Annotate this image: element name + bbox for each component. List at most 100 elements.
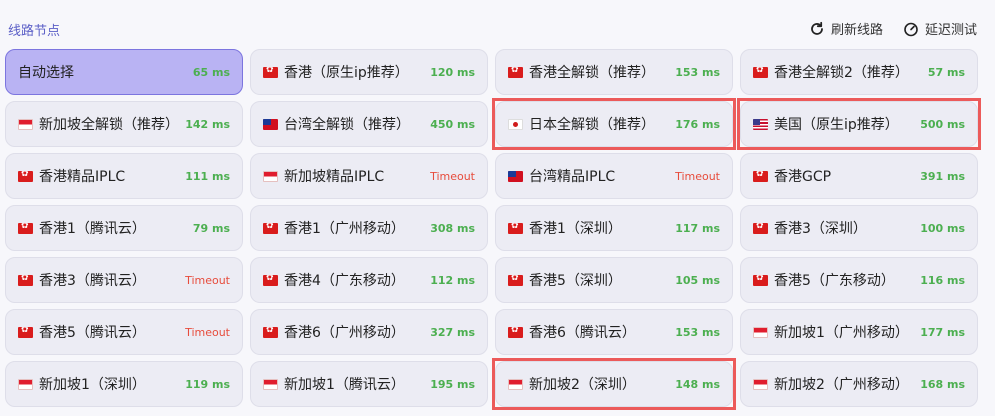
hong-kong-flag-icon [508,326,523,338]
node-delay: 65 ms [192,65,230,79]
node-card[interactable]: 香港3（深圳） 100 ms [740,205,978,251]
node-delay: 57 ms [927,65,965,79]
node-name: 香港GCP [774,169,832,185]
node-card[interactable]: 新加坡精品IPLC Timeout [250,153,488,199]
speedometer-icon [904,22,918,36]
singapore-flag-icon [753,378,768,390]
node-name: 香港6（广州移动） [284,325,405,341]
node-card[interactable]: 新加坡1（广州移动） 177 ms [740,309,978,355]
singapore-flag-icon [753,326,768,338]
node-delay: 119 ms [185,377,230,391]
node-delay: 308 ms [430,221,475,235]
delay-test-button[interactable]: 延迟测试 [903,19,977,38]
node-name: 美国（原生ip推荐） [774,117,899,133]
page-title: 线路节点 [8,24,61,39]
hong-kong-flag-icon [18,170,33,182]
hong-kong-flag-icon [508,66,523,78]
node-name: 香港精品IPLC [39,169,126,185]
node-card[interactable]: 香港1（腾讯云） 79 ms [5,205,243,251]
node-delay: 105 ms [675,273,720,287]
node-card[interactable]: 香港全解锁2（推荐） 57 ms [740,49,978,95]
node-card[interactable]: 香港5（深圳） 105 ms [495,257,733,303]
node-delay: 148 ms [675,377,720,391]
node-name: 香港3（腾讯云） [39,273,146,289]
node-delay: 177 ms [920,325,965,339]
node-card[interactable]: 自动选择 65 ms [5,49,243,95]
node-grid: 自动选择 65 ms 香港（原生ip推荐） 120 ms 香港全解锁（推荐） 153 ms… [5,49,978,407]
hong-kong-flag-icon [18,326,33,338]
node-card[interactable]: 香港1（广州移动） 308 ms [250,205,488,251]
node-name: 香港5（腾讯云） [39,325,146,341]
node-card[interactable]: 香港精品IPLC 111 ms [5,153,243,199]
node-card[interactable]: 香港（原生ip推荐） 120 ms [250,49,488,95]
node-card[interactable]: 日本全解锁（推荐） 176 ms [495,101,733,147]
node-delay: 116 ms [920,273,965,287]
singapore-flag-icon [508,378,523,390]
node-delay: 153 ms [675,325,720,339]
node-name: 日本全解锁（推荐） [529,117,655,133]
node-delay: 120 ms [430,65,475,79]
singapore-flag-icon [263,378,278,390]
node-card[interactable]: 台湾全解锁（推荐） 450 ms [250,101,488,147]
hong-kong-flag-icon [18,222,33,234]
node-delay: Timeout [185,273,230,287]
node-card[interactable]: 香港6（腾讯云） 153 ms [495,309,733,355]
refresh-label: 刷新线路 [831,23,884,38]
hong-kong-flag-icon [753,170,768,182]
node-name: 新加坡精品IPLC [284,169,385,185]
node-card[interactable]: 香港全解锁（推荐） 153 ms [495,49,733,95]
node-name: 新加坡1（深圳） [39,377,146,393]
node-card[interactable]: 新加坡1（深圳） 119 ms [5,361,243,407]
node-name: 台湾全解锁（推荐） [284,117,410,133]
node-card[interactable]: 香港5（广东移动） 116 ms [740,257,978,303]
node-name: 香港全解锁2（推荐） [774,65,909,81]
node-name: 新加坡1（腾讯云） [284,377,405,393]
node-name: 香港5（广东移动） [774,273,895,289]
usa-flag-icon [753,118,768,130]
node-card[interactable]: 新加坡全解锁（推荐） 142 ms [5,101,243,147]
node-name: 香港6（腾讯云） [529,325,636,341]
node-card[interactable]: 香港1（深圳） 117 ms [495,205,733,251]
node-delay: 168 ms [920,377,965,391]
node-card[interactable]: 新加坡1（腾讯云） 195 ms [250,361,488,407]
node-card[interactable]: 台湾精品IPLC Timeout [495,153,733,199]
singapore-flag-icon [18,378,33,390]
node-delay: 391 ms [920,169,965,183]
header: 线路节点 刷新线路 延迟测试 [0,0,995,52]
node-delay: Timeout [675,169,720,183]
node-delay: 112 ms [430,273,475,287]
hong-kong-flag-icon [263,326,278,338]
node-card[interactable]: 香港6（广州移动） 327 ms [250,309,488,355]
node-delay: 79 ms [192,221,230,235]
node-name: 香港1（腾讯云） [39,221,146,237]
node-delay: 176 ms [675,117,720,131]
node-card[interactable]: 新加坡2（深圳） 148 ms [495,361,733,407]
node-card[interactable]: 美国（原生ip推荐） 500 ms [740,101,978,147]
refresh-icon [811,21,823,35]
japan-flag-icon [508,118,523,130]
node-name: 香港（原生ip推荐） [284,65,409,81]
node-delay: Timeout [185,325,230,339]
node-name: 香港5（深圳） [529,273,622,289]
node-card[interactable]: 香港5（腾讯云） Timeout [5,309,243,355]
node-name: 香港3（深圳） [774,221,867,237]
node-name: 香港1（广州移动） [284,221,405,237]
hong-kong-flag-icon [18,274,33,286]
node-card[interactable]: 香港4（广东移动） 112 ms [250,257,488,303]
node-delay: 100 ms [920,221,965,235]
hong-kong-flag-icon [508,274,523,286]
node-name: 台湾精品IPLC [529,169,616,185]
refresh-nodes-button[interactable]: 刷新线路 [809,19,883,38]
node-name: 香港4（广东移动） [284,273,405,289]
singapore-flag-icon [263,170,278,182]
hong-kong-flag-icon [263,274,278,286]
hong-kong-flag-icon [753,66,768,78]
node-delay: 117 ms [675,221,720,235]
node-delay: Timeout [430,169,475,183]
node-delay: 500 ms [920,117,965,131]
node-card[interactable]: 新加坡2（广州移动） 168 ms [740,361,978,407]
node-card[interactable]: 香港3（腾讯云） Timeout [5,257,243,303]
node-delay: 111 ms [185,169,230,183]
hong-kong-flag-icon [263,222,278,234]
node-card[interactable]: 香港GCP 391 ms [740,153,978,199]
